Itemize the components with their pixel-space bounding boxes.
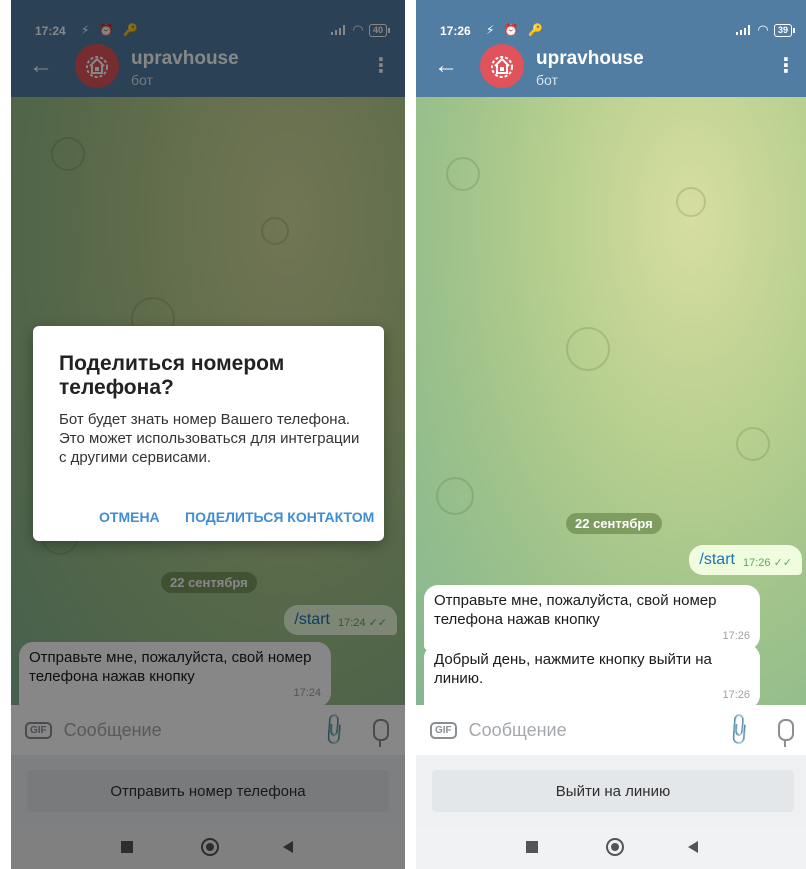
doodle-decoration <box>736 427 770 461</box>
date-label: 22 сентября <box>566 513 662 534</box>
house-gear-icon <box>491 56 513 78</box>
status-time: 17:26 <box>440 24 471 38</box>
message-input[interactable]: Сообщение <box>469 720 725 741</box>
signal-icon <box>735 25 752 35</box>
doodle-decoration <box>436 477 474 515</box>
chat-header: 17:26 ⚡ ⏰ 🔑 ◠ 39 ← upravhouse бот ⋮ <box>416 0 806 97</box>
message-incoming[interactable]: Добрый день, нажмите кнопку выйти на лин… <box>424 644 760 705</box>
message-time: 17:26 <box>722 689 750 701</box>
phone-screen-right: 17:26 ⚡ ⏰ 🔑 ◠ 39 ← upravhouse бот ⋮ 22 с… <box>416 0 806 869</box>
bot-keyboard: Выйти на линию <box>416 755 806 826</box>
attach-icon[interactable]: 📎 <box>719 711 757 749</box>
share-contact-button[interactable]: ПОДЕЛИТЬСЯ КОНТАКТОМ <box>185 509 374 525</box>
go-online-button[interactable]: Выйти на линию <box>432 770 794 812</box>
message-text: Добрый день, нажмите кнопку выйти на лин… <box>434 651 712 687</box>
chat-title[interactable]: upravhouse <box>536 48 644 70</box>
message-incoming[interactable]: Отправьте мне, пожалуйста, свой номер те… <box>424 585 760 650</box>
gif-icon[interactable]: GIF <box>430 721 457 739</box>
message-outgoing[interactable]: /start 17:26 ✓✓ <box>689 545 802 575</box>
share-phone-dialog: Поделиться номером телефона? Бот будет з… <box>33 326 384 541</box>
dialog-message: Бот будет знать номер Вашего телефона. Э… <box>59 411 360 466</box>
message-time: 17:26 <box>742 557 771 569</box>
read-check-icon: ✓✓ <box>773 557 792 569</box>
doodle-decoration <box>446 157 480 191</box>
doodle-decoration <box>676 187 706 217</box>
more-menu-icon[interactable]: ⋮ <box>776 56 796 76</box>
message-text: Отправьте мне, пожалуйста, свой номер те… <box>434 592 717 628</box>
microphone-icon[interactable] <box>778 719 794 747</box>
home-icon[interactable] <box>606 838 624 856</box>
dialog-title: Поделиться номером телефона? <box>59 352 285 399</box>
wifi-icon: ◠ <box>757 22 768 37</box>
bot-avatar[interactable] <box>480 44 524 88</box>
back-icon[interactable] <box>688 841 698 853</box>
phone-screen-left: 17:24 ⚡ ⏰ 🔑 ◠ 40 ← upravhouse бот ⋮ 22 с… <box>11 0 405 869</box>
recents-icon[interactable] <box>526 841 538 853</box>
chat-subtitle: бот <box>536 72 558 88</box>
battery-icon: 39 <box>773 23 796 37</box>
doodle-decoration <box>566 327 610 371</box>
system-nav-bar <box>416 826 806 869</box>
message-text: /start <box>699 551 735 568</box>
status-bar: 17:26 ⚡ ⏰ 🔑 ◠ 39 <box>416 0 806 38</box>
cancel-button[interactable]: ОТМЕНА <box>99 509 160 525</box>
chat-background: 22 сентября /start 17:26 ✓✓ Отправьте мн… <box>416 97 806 705</box>
status-notification-icons: ⚡ ⏰ 🔑 <box>486 23 546 37</box>
back-arrow-icon[interactable]: ← <box>434 54 458 78</box>
message-input-bar: GIF Сообщение 📎 <box>416 705 806 755</box>
